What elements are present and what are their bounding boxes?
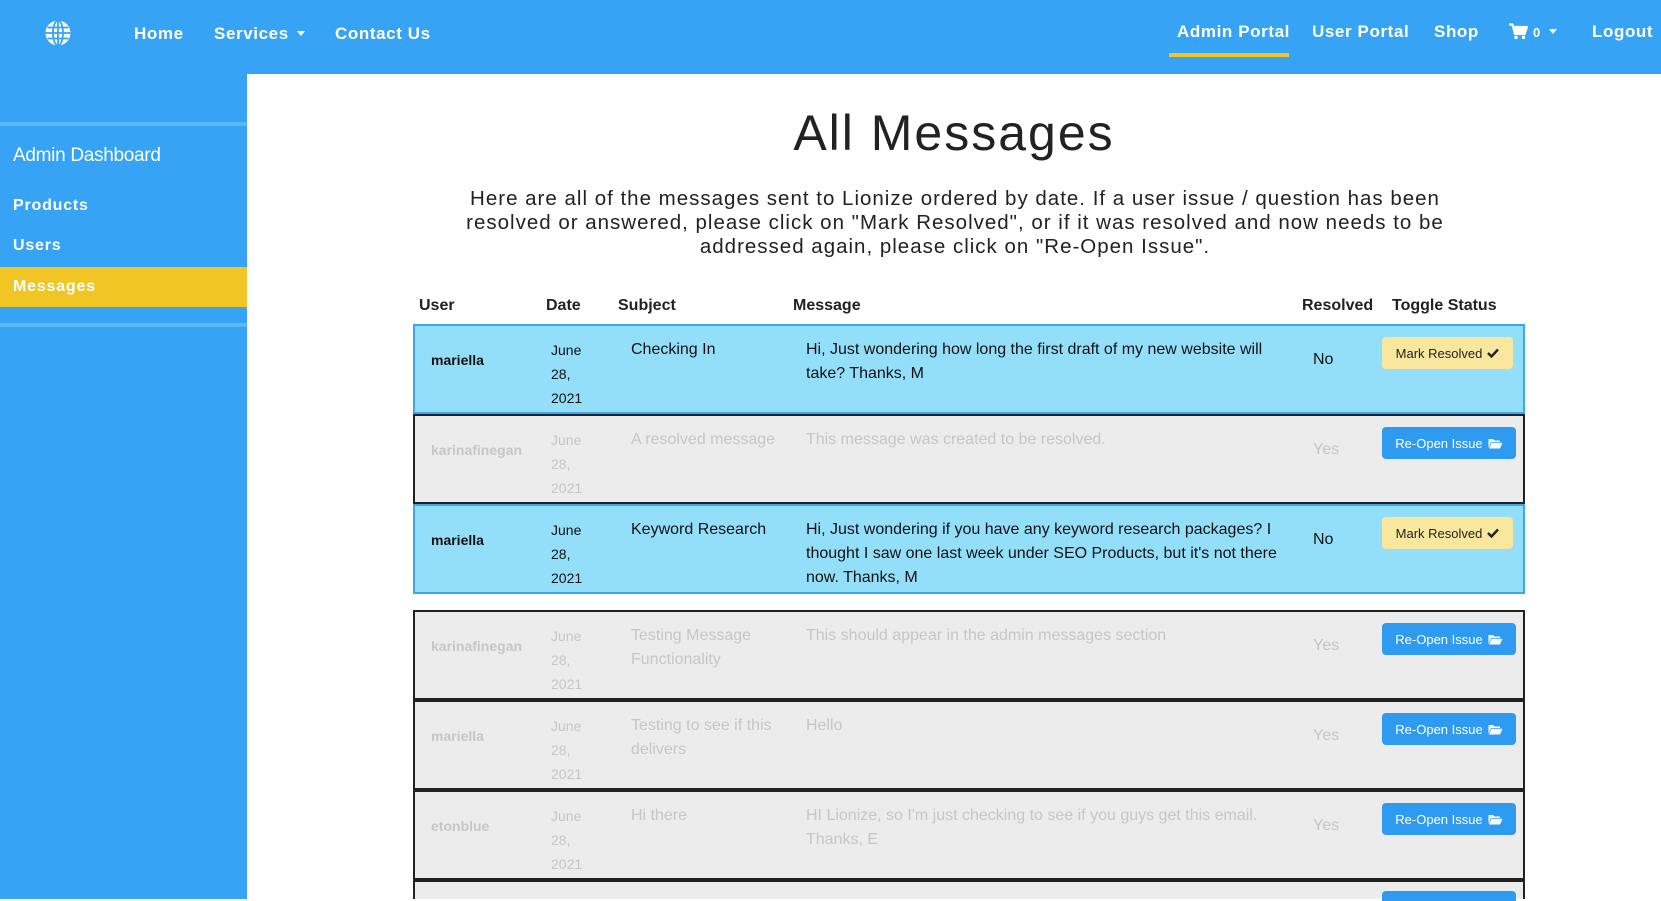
row-date: June 28, 2021 (551, 522, 583, 586)
row-resolved: Yes (1313, 817, 1340, 834)
cart-count: 0 (1533, 25, 1541, 40)
column-header-subject: Subject (618, 297, 676, 314)
table-row: mariella June 28, 2021 Testing to see if… (413, 700, 1525, 790)
row-subject: Testing Message Functionality (631, 627, 752, 668)
row-resolved: Yes (1313, 441, 1340, 458)
table-row: mariella June 28, 2021 Checking In Hi, J… (413, 324, 1525, 414)
column-header-toggle-status: Toggle Status (1392, 297, 1497, 314)
nav-admin-portal-link[interactable]: Admin Portal (1177, 22, 1290, 42)
table-row: karinafinegan June 28, 2021 Testing Mess… (413, 610, 1525, 700)
button-label: Mark Resolved (1395, 345, 1483, 361)
row-subject: Testing to see if this delivers (631, 717, 772, 758)
sidebar-item-products[interactable]: Products (0, 186, 247, 226)
column-header-resolved: Resolved (1302, 297, 1374, 314)
table-row (413, 880, 1525, 901)
row-subject: Hi there (631, 807, 688, 824)
nav-services-dropdown[interactable]: Services (214, 24, 305, 44)
row-message: Hi, Just wondering if you have any keywo… (806, 521, 1277, 586)
button-label: Re-Open Issue (1395, 721, 1483, 737)
globe-icon[interactable] (44, 19, 72, 47)
reopen-issue-button[interactable]: Re-Open Issue (1382, 623, 1516, 655)
row-user: karinafinegan (431, 638, 523, 654)
row-message: This should appear in the admin messages… (806, 627, 1167, 644)
row-user: mariella (431, 532, 484, 548)
table-row: karinafinegan June 28, 2021 A resolved m… (413, 414, 1525, 504)
nav-services-label: Services (214, 24, 289, 43)
button-label: Mark Resolved (1395, 525, 1483, 541)
nav-user-portal-link[interactable]: User Portal (1312, 22, 1409, 42)
row-date: June 28, 2021 (551, 628, 583, 692)
row-resolved: No (1313, 351, 1334, 368)
top-navbar: Home Services Contact Us Admin Portal Us… (0, 0, 1661, 74)
column-header-message: Message (793, 297, 861, 314)
check-icon (1487, 348, 1500, 358)
row-user: mariella (431, 352, 484, 368)
row-resolved: Yes (1313, 727, 1340, 744)
chevron-down-icon (296, 31, 305, 36)
row-message: This message was created to be resolved. (806, 431, 1106, 448)
row-user: mariella (431, 728, 484, 744)
button-label: Re-Open Issue (1395, 631, 1483, 647)
row-user: karinafinegan (431, 442, 523, 458)
reopen-issue-button[interactable]: Re-Open Issue (1382, 427, 1516, 459)
page-title: All Messages (793, 105, 1115, 161)
table-row: mariella June 28, 2021 Keyword Research … (413, 504, 1525, 594)
cart-dropdown[interactable]: 0 (1509, 22, 1557, 42)
nav-contact-link[interactable]: Contact Us (335, 24, 431, 44)
row-message: HI Lionize, so I'm just checking to see … (806, 807, 1258, 848)
sidebar-divider (0, 122, 247, 126)
nav-shop-link[interactable]: Shop (1434, 22, 1479, 42)
row-date: June 28, 2021 (551, 718, 583, 782)
folder-open-icon (1488, 634, 1503, 644)
reopen-issue-button[interactable]: Re-Open Issue (1382, 713, 1516, 745)
row-subject: Keyword Research (631, 521, 767, 538)
active-nav-underline (1169, 53, 1289, 57)
folder-open-icon (1488, 724, 1503, 734)
button-label: Re-Open Issue (1395, 435, 1483, 451)
mark-resolved-button[interactable]: Mark Resolved (1382, 337, 1513, 369)
sidebar-item-users[interactable]: Users (0, 226, 247, 266)
column-header-user: User (419, 297, 455, 314)
reopen-issue-button[interactable]: Re-Open Issue (1382, 803, 1516, 835)
admin-sidebar: Admin Dashboard Products Users Messages (0, 74, 247, 899)
row-date: June 28, 2021 (551, 808, 583, 872)
sidebar-item-messages[interactable]: Messages (0, 267, 247, 307)
row-date: June 28, 2021 (551, 432, 583, 496)
row-message: Hi, Just wondering how long the first dr… (806, 341, 1263, 382)
table-row: etonblue June 28, 2021 Hi there HI Lioni… (413, 790, 1525, 880)
row-subject: Checking In (631, 341, 716, 358)
nav-home-link[interactable]: Home (134, 24, 184, 44)
cart-icon (1509, 23, 1528, 40)
mark-resolved-button[interactable]: Mark Resolved (1382, 517, 1513, 549)
chevron-down-icon (1548, 29, 1557, 34)
row-message: Hello (806, 717, 843, 734)
intro-text: Here are all of the messages sent to Lio… (466, 187, 1444, 258)
row-subject: A resolved message (631, 431, 776, 448)
sidebar-divider (0, 323, 247, 327)
button-label: Re-Open Issue (1395, 811, 1483, 827)
row-user: etonblue (431, 818, 490, 834)
folder-open-icon (1488, 438, 1503, 448)
check-icon (1487, 528, 1500, 538)
row-resolved: No (1313, 531, 1334, 548)
reopen-issue-button[interactable] (1382, 891, 1516, 901)
folder-open-icon (1488, 814, 1503, 824)
sidebar-title: Admin Dashboard (13, 145, 161, 166)
nav-logout-link[interactable]: Logout (1592, 22, 1653, 42)
row-resolved: Yes (1313, 637, 1340, 654)
column-header-date: Date (546, 297, 581, 314)
row-date: June 28, 2021 (551, 342, 583, 406)
